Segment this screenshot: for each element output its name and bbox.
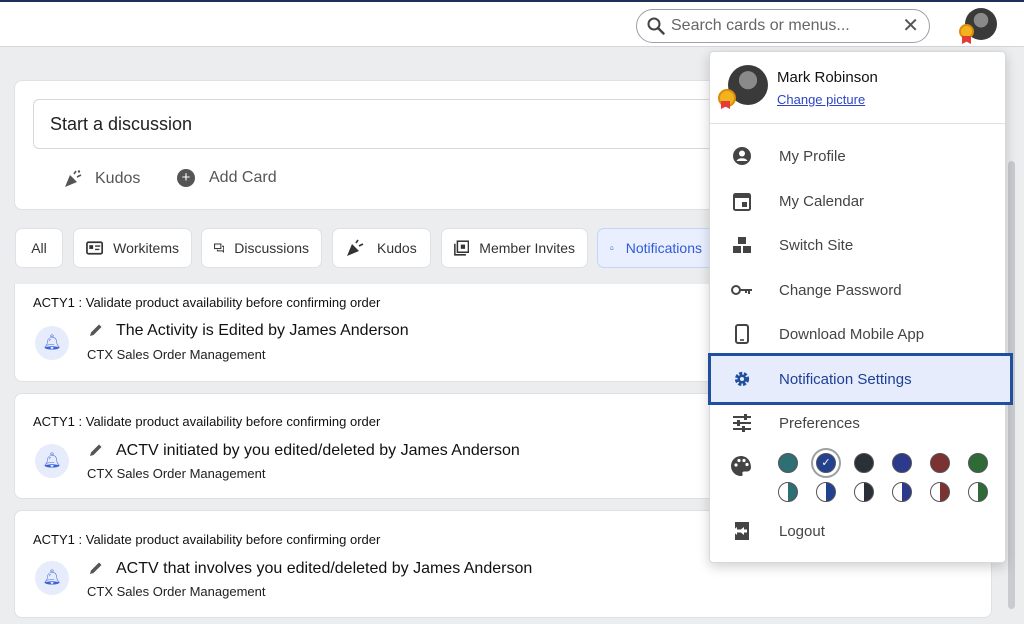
tab-all[interactable]: All	[15, 228, 63, 268]
kudos-action-label: Kudos	[95, 170, 141, 187]
menu-item-download-mobile-app[interactable]: Download Mobile App	[710, 312, 1005, 356]
search-input[interactable]	[671, 17, 903, 35]
notification-title: ACTV that involves you edited/deleted by…	[116, 560, 533, 577]
tab-discussions[interactable]: Discussions	[201, 228, 322, 268]
tab-discussions-label: Discussions	[234, 240, 309, 256]
menu-item-switch-site[interactable]: Switch Site	[710, 223, 1005, 267]
gear-icon	[734, 371, 750, 387]
sliders-icon	[733, 414, 751, 432]
menu-item-my-profile[interactable]: My Profile	[710, 134, 1005, 178]
user-avatar[interactable]	[718, 65, 770, 113]
theme-swatch[interactable]	[968, 453, 988, 473]
tab-all-label: All	[31, 240, 47, 256]
top-bar: ✕	[0, 0, 1024, 47]
theme-swatch[interactable]	[930, 453, 950, 473]
change-picture-link[interactable]: Change picture	[777, 92, 865, 107]
bell-icon: 🔔︎	[35, 326, 69, 360]
logout-icon	[732, 522, 749, 540]
theme-swatch-half[interactable]	[854, 482, 874, 502]
id-card-icon	[86, 241, 104, 255]
theme-swatch-half[interactable]	[930, 482, 950, 502]
bell-icon	[610, 246, 614, 251]
tab-kudos[interactable]: Kudos	[332, 228, 431, 268]
menu-item-label: Download Mobile App	[779, 325, 925, 343]
notification-code: ACTY1 : Validate product availability be…	[33, 532, 381, 547]
notification-code: ACTY1 : Validate product availability be…	[33, 414, 381, 429]
menu-item-label: Switch Site	[779, 236, 854, 254]
tab-workitems[interactable]: Workitems	[73, 228, 192, 268]
user-menu: Mark Robinson Change picture My Profile …	[708, 51, 1013, 563]
menu-item-change-password[interactable]: Change Password	[710, 268, 1005, 312]
menu-item-logout[interactable]: Logout	[710, 509, 1005, 553]
notification-subtitle: CTX Sales Order Management	[87, 584, 266, 599]
theme-swatch[interactable]	[854, 453, 874, 473]
key-icon	[731, 285, 752, 295]
pencil-icon	[90, 324, 102, 336]
notification-title: ACTV initiated by you edited/deleted by …	[116, 442, 520, 459]
tab-member-invites-label: Member Invites	[479, 240, 575, 256]
pencil-icon	[90, 562, 102, 574]
menu-item-label: Notification Settings	[779, 370, 912, 388]
pencil-icon	[90, 444, 102, 456]
menu-item-preferences[interactable]: Preferences	[710, 401, 1005, 445]
theme-swatch-half[interactable]	[892, 482, 912, 502]
start-discussion-input[interactable]: Start a discussion	[33, 99, 723, 149]
theme-swatch-half[interactable]	[778, 482, 798, 502]
party-popper-icon	[65, 170, 82, 187]
menu-item-notification-settings[interactable]: Notification Settings	[708, 353, 1013, 405]
tab-notifications[interactable]: Notifications	[597, 228, 715, 268]
party-popper-icon	[347, 239, 364, 256]
notification-code: ACTY1 : Validate product availability be…	[33, 295, 381, 310]
tab-notifications-label: Notifications	[625, 240, 702, 256]
theme-swatch[interactable]	[892, 453, 912, 473]
tab-member-invites[interactable]: Member Invites	[441, 228, 588, 268]
theme-swatch[interactable]	[778, 453, 798, 473]
search-icon	[647, 17, 665, 35]
add-card-action[interactable]: + Add Card	[177, 169, 277, 187]
notification-title: The Activity is Edited by James Anderson	[116, 322, 409, 339]
menu-item-label: Preferences	[779, 414, 860, 432]
account-circle-icon	[733, 147, 751, 165]
notification-subtitle: CTX Sales Order Management	[87, 347, 266, 362]
theme-swatch-selected[interactable]: ✓	[816, 453, 836, 473]
bell-icon: 🔔︎	[35, 561, 69, 595]
tab-workitems-label: Workitems	[113, 240, 179, 256]
user-name: Mark Robinson	[777, 69, 878, 86]
menu-item-label: Change Password	[779, 281, 902, 299]
palette-icon	[731, 456, 751, 476]
invite-icon	[454, 240, 470, 256]
tab-kudos-label: Kudos	[377, 240, 417, 256]
mobile-phone-icon	[735, 324, 749, 344]
menu-item-label: Logout	[779, 522, 825, 540]
plus-circle-icon: +	[177, 169, 195, 187]
award-badge-icon	[718, 89, 736, 107]
chat-bubbles-icon	[214, 243, 225, 254]
theme-swatches	[710, 52, 711, 53]
top-avatar[interactable]	[959, 8, 999, 44]
composer-placeholder: Start a discussion	[50, 113, 193, 134]
search-box[interactable]: ✕	[636, 9, 930, 43]
bell-icon: 🔔︎	[35, 444, 69, 478]
theme-swatch-half[interactable]	[816, 482, 836, 502]
menu-item-label: My Profile	[779, 147, 846, 165]
notification-subtitle: CTX Sales Order Management	[87, 466, 266, 481]
user-menu-header: Mark Robinson Change picture	[710, 52, 1005, 124]
calendar-icon	[733, 193, 751, 211]
kudos-action[interactable]: Kudos	[63, 169, 140, 189]
award-badge-icon	[959, 24, 974, 39]
add-card-action-label: Add Card	[209, 169, 277, 186]
switch-site-icon	[733, 237, 751, 253]
close-icon[interactable]: ✕	[902, 16, 919, 36]
theme-swatch-half[interactable]	[968, 482, 988, 502]
menu-item-my-calendar[interactable]: My Calendar	[710, 179, 1005, 223]
menu-item-label: My Calendar	[779, 192, 865, 210]
